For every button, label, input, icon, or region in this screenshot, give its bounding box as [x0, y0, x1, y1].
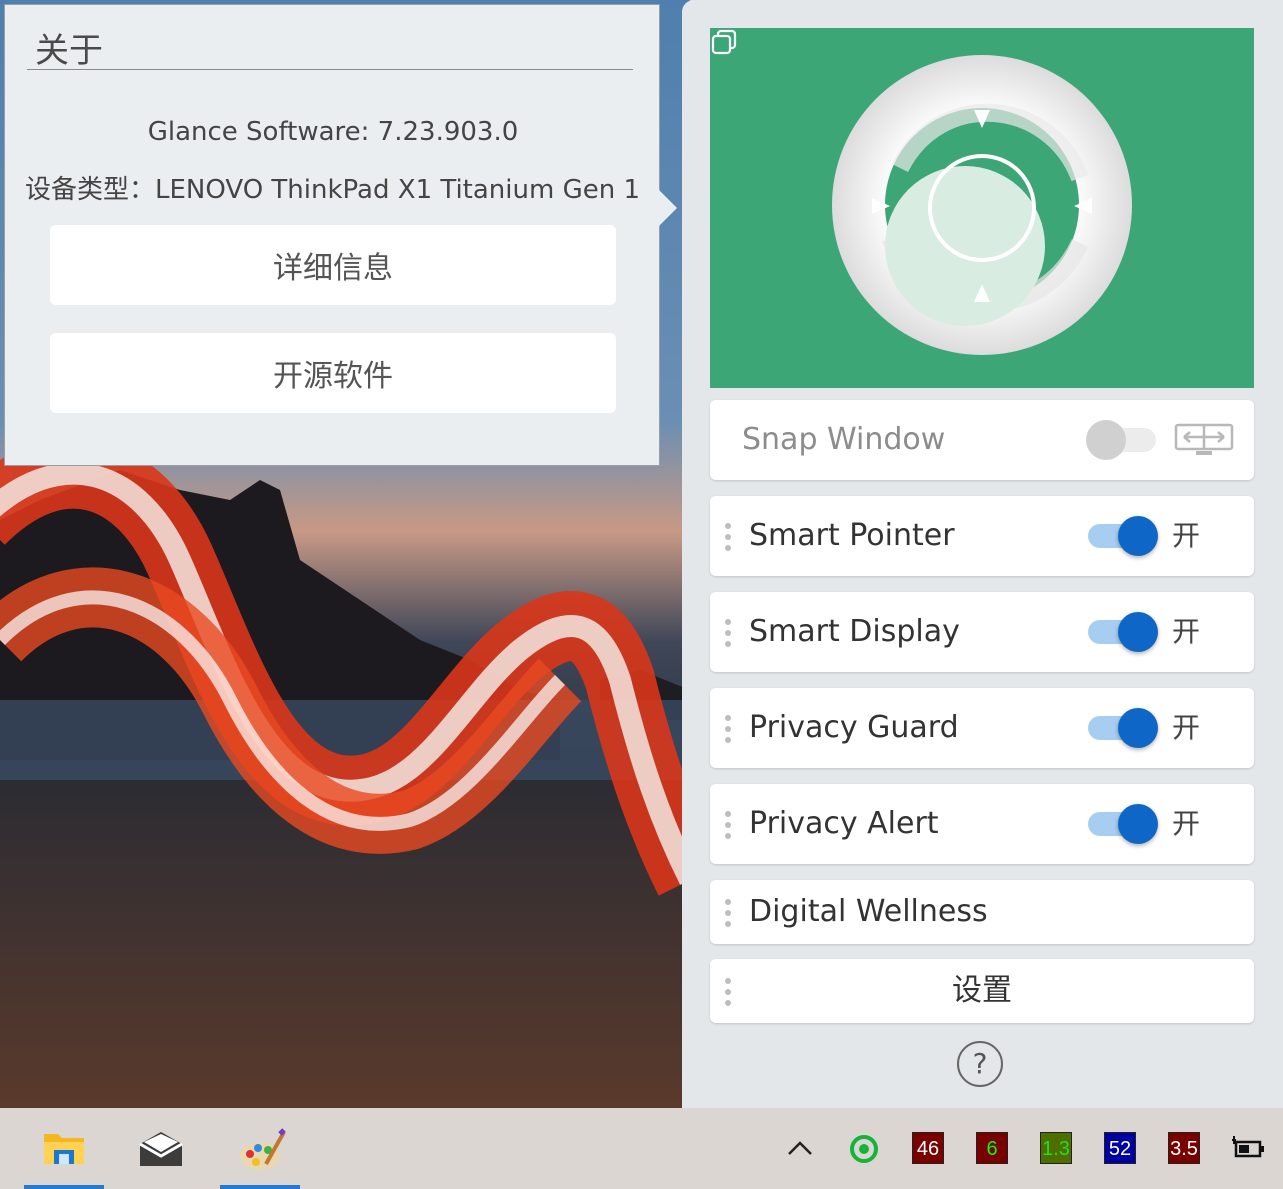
privacy-guard-state: 开: [1172, 711, 1201, 744]
drag-handle-icon[interactable]: [724, 619, 732, 647]
mail-icon: [139, 1132, 183, 1166]
glance-logo-icon: [832, 55, 1132, 355]
tray-badge-3[interactable]: 1.3: [1040, 1132, 1072, 1164]
privacy-guard-label: Privacy Guard: [749, 710, 959, 745]
digital-wellness-row[interactable]: Digital Wellness: [710, 880, 1254, 944]
device-type-text: 设备类型：LENOVO ThinkPad X1 Titanium Gen 1: [25, 175, 641, 205]
smart-pointer-toggle[interactable]: [1088, 516, 1164, 556]
tray-badge-1[interactable]: 46: [912, 1132, 944, 1164]
privacy-alert-toggle[interactable]: [1088, 804, 1164, 844]
drag-handle-icon[interactable]: [724, 811, 732, 839]
tray-badge-2-text: 6: [986, 1138, 998, 1160]
open-source-button[interactable]: 开源软件: [50, 333, 616, 413]
tray-badge-3-text: 1.3: [1042, 1138, 1070, 1160]
privacy-alert-label: Privacy Alert: [749, 806, 939, 841]
toggle-knob: [1118, 804, 1158, 844]
toggle-knob: [1118, 612, 1158, 652]
smart-pointer-state: 开: [1172, 519, 1201, 552]
file-explorer-icon: [44, 1134, 84, 1164]
smart-pointer-label: Smart Pointer: [749, 518, 955, 553]
tray-badge-5-text: 3.5: [1170, 1138, 1198, 1160]
battery-charging-icon[interactable]: [1230, 1136, 1266, 1162]
snap-window-label: Snap Window: [742, 422, 946, 457]
taskbar-file-explorer[interactable]: [24, 1108, 104, 1189]
privacy-alert-row: Privacy Alert 开: [710, 784, 1254, 864]
active-indicator: [24, 1185, 104, 1189]
snap-window-toggle[interactable]: [1086, 420, 1164, 460]
settings-row[interactable]: 设置: [710, 959, 1254, 1023]
chevron-up-icon[interactable]: [786, 1138, 814, 1158]
tray-badge-1-text: 46: [916, 1138, 940, 1160]
about-title: 关于: [35, 31, 103, 71]
taskbar: 46 6 1.3 52 3.5: [0, 1108, 1283, 1189]
drag-handle-icon[interactable]: [724, 899, 732, 927]
tray-badge-4-text: 52: [1108, 1138, 1132, 1160]
hero-banner: [710, 28, 1254, 388]
copy-window-icon[interactable]: [710, 28, 738, 56]
toggle-knob: [1118, 708, 1158, 748]
smart-display-state: 开: [1172, 615, 1201, 648]
snap-window-row: Snap Window: [710, 400, 1254, 480]
toggle-knob: [1086, 420, 1126, 460]
help-button[interactable]: ?: [957, 1041, 1003, 1087]
smart-display-label: Smart Display: [749, 614, 960, 649]
drag-handle-icon[interactable]: [724, 715, 732, 743]
glance-panel: Snap Window Smart Pointer 开 Smart Displa…: [682, 0, 1283, 1108]
popup-pointer: [659, 190, 677, 226]
toggle-knob: [1118, 516, 1158, 556]
title-divider: [27, 69, 633, 70]
privacy-guard-toggle[interactable]: [1088, 708, 1164, 748]
privacy-alert-state: 开: [1172, 807, 1201, 840]
details-button[interactable]: 详细信息: [50, 225, 616, 305]
privacy-guard-row: Privacy Guard 开: [710, 688, 1254, 768]
paint-icon: [240, 1128, 286, 1170]
smart-pointer-row: Smart Pointer 开: [710, 496, 1254, 576]
about-popup: 关于 Glance Software: 7.23.903.0 设备类型：LENO…: [4, 4, 660, 466]
taskbar-paint[interactable]: [220, 1108, 300, 1189]
version-text: Glance Software: 7.23.903.0: [147, 117, 519, 147]
taskbar-mail[interactable]: [120, 1108, 200, 1189]
green-ring-icon[interactable]: [848, 1133, 880, 1165]
tray-badge-5[interactable]: 3.5: [1168, 1132, 1200, 1164]
smart-display-toggle[interactable]: [1088, 612, 1164, 652]
smart-display-row: Smart Display 开: [710, 592, 1254, 672]
settings-label: 设置: [952, 973, 1012, 1008]
active-indicator: [220, 1185, 300, 1189]
drag-handle-icon[interactable]: [724, 523, 732, 551]
snap-window-icon[interactable]: [1174, 422, 1234, 458]
tray-badge-4[interactable]: 52: [1104, 1132, 1136, 1164]
digital-wellness-label: Digital Wellness: [749, 894, 988, 929]
tray-badge-2[interactable]: 6: [976, 1132, 1008, 1164]
